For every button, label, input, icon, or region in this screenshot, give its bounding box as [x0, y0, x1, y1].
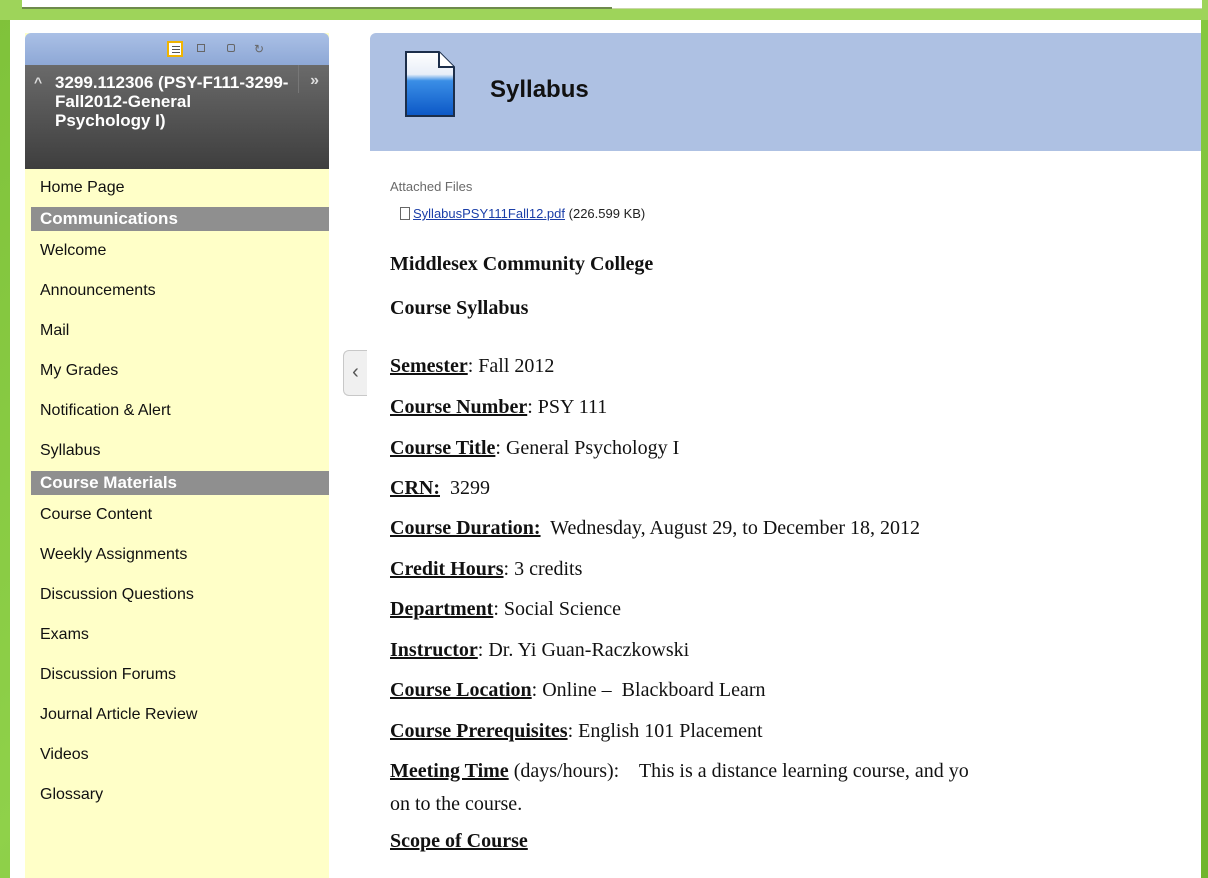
menu-item-discussion-questions[interactable]: Discussion Questions	[25, 575, 329, 615]
top-divider	[22, 7, 612, 9]
menu-item-welcome[interactable]: Welcome	[25, 231, 329, 271]
course-menu: ↻ ^ 3299.112306 (PSY-F111-3299-Fall2012-…	[25, 33, 329, 878]
chevron-left-icon: ‹	[352, 361, 359, 383]
menu-toolbar: ↻	[25, 33, 329, 65]
menu-item-mail[interactable]: Mail	[25, 311, 329, 351]
menu-item-videos[interactable]: Videos	[25, 735, 329, 775]
page-title: Syllabus	[490, 76, 589, 103]
field-course-duration: Course Duration: Wednesday, August 29, t…	[390, 517, 920, 539]
menu-item-glossary[interactable]: Glossary	[25, 775, 329, 815]
doc-title: Course Syllabus	[390, 297, 529, 319]
refresh-icon[interactable]: ↻	[251, 41, 267, 57]
attached-files-label: Attached Files	[390, 179, 473, 194]
menu-item-journal-article-review[interactable]: Journal Article Review	[25, 695, 329, 735]
expand-icon[interactable]: »	[310, 71, 319, 90]
menu-item-my-grades[interactable]: My Grades	[25, 351, 329, 391]
file-link[interactable]: SyllabusPSY111Fall12.pdf	[413, 206, 565, 221]
menu-item-discussion-forums[interactable]: Discussion Forums	[25, 655, 329, 695]
college-name: Middlesex Community College	[390, 253, 654, 275]
field-credit-hours: Credit Hours: 3 credits	[390, 558, 583, 580]
document-icon	[405, 51, 455, 117]
scope-heading: Scope of Course	[390, 830, 528, 852]
section-communications[interactable]: Communications	[31, 207, 329, 231]
collapse-menu-button[interactable]: ‹	[343, 350, 367, 396]
collapse-up-icon[interactable]: ^	[34, 73, 42, 92]
field-instructor: Instructor: Dr. Yi Guan-Raczkowski	[390, 639, 690, 661]
menu-item-announcements[interactable]: Announcements	[25, 271, 329, 311]
menu-item-home-page[interactable]: Home Page	[25, 169, 329, 207]
window-view-icon[interactable]	[224, 41, 240, 57]
header-divider	[298, 65, 299, 93]
file-icon	[400, 207, 410, 220]
content-header: Syllabus	[370, 33, 1201, 151]
file-size: (226.599 KB)	[568, 206, 646, 221]
menu-item-weekly-assignments[interactable]: Weekly Assignments	[25, 535, 329, 575]
field-crn: CRN: 3299	[390, 477, 490, 499]
browser-top-strip	[0, 0, 1208, 20]
menu-item-syllabus[interactable]: Syllabus	[25, 431, 329, 471]
field-meeting-time: Meeting Time (days/hours): This is a dis…	[390, 760, 969, 782]
list-view-icon[interactable]	[167, 41, 183, 57]
course-title: 3299.112306 (PSY-F111-3299-Fall2012-Gene…	[55, 73, 289, 130]
syllabus-content: Attached Files SyllabusPSY111Fall12.pdf …	[390, 175, 1200, 878]
menu-item-notification-alert[interactable]: Notification & Alert	[25, 391, 329, 431]
section-course-materials[interactable]: Course Materials	[31, 471, 329, 495]
menu-item-exams[interactable]: Exams	[25, 615, 329, 655]
field-course-prerequisites: Course Prerequisites: English 101 Placem…	[390, 720, 763, 742]
course-header[interactable]: ^ 3299.112306 (PSY-F111-3299-Fall2012-Ge…	[25, 65, 329, 169]
meeting-time-continued: on to the course.	[390, 793, 523, 815]
attached-file: SyllabusPSY111Fall12.pdf (226.599 KB)	[400, 206, 645, 221]
folder-view-icon[interactable]	[194, 41, 210, 57]
field-department: Department: Social Science	[390, 598, 622, 620]
field-semester: Semester: Fall 2012	[390, 355, 555, 377]
menu-item-course-content[interactable]: Course Content	[25, 495, 329, 535]
field-course-title: Course Title: General Psychology I	[390, 437, 680, 459]
field-course-number: Course Number: PSY 111	[390, 396, 608, 418]
field-course-location: Course Location: Online – Blackboard Lea…	[390, 679, 766, 701]
